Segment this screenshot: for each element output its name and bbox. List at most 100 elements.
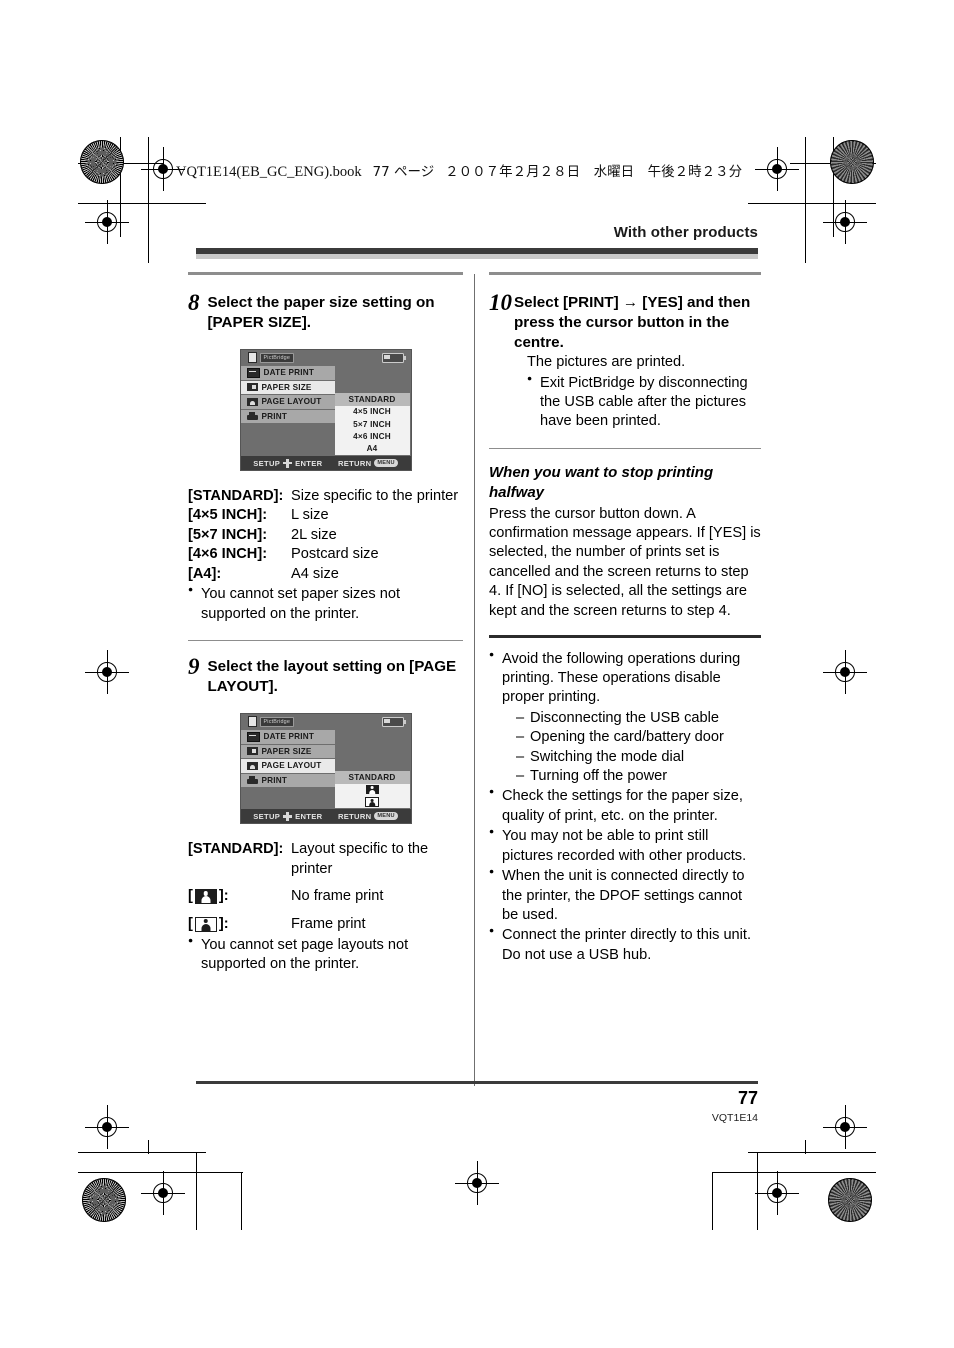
paper-size-note-list: You cannot set paper sizes not supported… [188, 584, 463, 624]
caution-item: You may not be able to print still pictu… [489, 826, 761, 866]
print-icon [246, 412, 258, 421]
menu-button-chip: MENU [374, 812, 398, 821]
lcd-option-list-page-layout: STANDARD [334, 771, 410, 809]
battery-icon [381, 716, 406, 727]
battery-icon [381, 352, 406, 363]
no-frame-print-icon [365, 785, 379, 795]
definition-term: [4×5 INCH]: [188, 507, 268, 524]
lcd-menu-list: DATE PRINT PAPER SIZE PAGE LAYOUT PRINT [240, 729, 335, 809]
caution-item: Check the settings for the paper size, q… [489, 786, 761, 826]
lcd-option: 4×5 INCH [353, 407, 391, 417]
step-8-number: 8 [188, 290, 200, 315]
step-10: 10 Select [PRINT] → [YES] and then press… [489, 290, 761, 432]
definition-desc: No frame print [291, 888, 384, 905]
lcd-option-frame [335, 796, 410, 808]
pictbridge-label: PictBridge [259, 716, 295, 727]
cursor-button-icon [283, 458, 293, 468]
registration-target [823, 1105, 867, 1149]
definition-desc: Layout specific to the printer [291, 841, 429, 877]
definition-row-frame: []: Frame print [188, 915, 463, 934]
manual-page: VQT1E14(EB_GC_ENG).book 77 ページ ２００７年２月２８… [0, 0, 954, 1348]
running-head: With other products [613, 224, 758, 241]
lcd-option: A4 [366, 444, 378, 454]
no-frame-print-icon [194, 889, 217, 905]
paper-size-icon [246, 747, 258, 756]
lcd-menu-item-page-layout: PAGE LAYOUT [240, 759, 335, 773]
lcd-hint-enter: ENTER [295, 458, 323, 468]
footer-rule [196, 1081, 758, 1084]
caution-item: When the unit is connected directly to t… [489, 866, 761, 925]
page-number: 77 [737, 1088, 758, 1108]
book-file-name: VQT1E14(EB_GC_ENG).book [176, 164, 362, 180]
book-file-header: VQT1E14(EB_GC_ENG).book 77 ページ ２００７年２月２８… [176, 160, 742, 181]
note-item: You cannot set paper sizes not supported… [188, 584, 463, 624]
lcd-menu-list: DATE PRINT PAPER SIZE PAGE LAYOUT PRINT [240, 365, 335, 456]
lcd-hint-return: RETURN [337, 811, 372, 821]
lcd-hint-bar: SETUP ENTER RETURN MENU [240, 809, 411, 824]
lcd-menu-label: PAGE LAYOUT [261, 761, 322, 771]
definition-row: [5×7 INCH]: 2L size [188, 526, 463, 545]
frame-print-icon [365, 797, 379, 808]
definition-row: [4×6 INCH]: Postcard size [188, 545, 463, 564]
note-item: Exit PictBridge by disconnecting the USB… [527, 373, 761, 432]
column-divider [474, 274, 476, 1086]
book-date-label: ２００７年２月２８日 水曜日 午後２時２３分 [445, 164, 743, 180]
lcd-menu-item-print: PRINT [240, 409, 335, 424]
lcd-menu-item-date-print: DATE PRINT [240, 730, 335, 744]
lcd-option-list-paper-size: STANDARD 4×5 INCH 5×7 INCH 4×6 INCH A4 [334, 393, 410, 456]
registration-target [823, 200, 867, 244]
lcd-screenshot-page-layout: PictBridge DATE PRINT PAPER SIZE PAGE LA… [239, 713, 412, 825]
lcd-option-no-frame [335, 784, 410, 796]
lcd-hint-setup: SETUP [253, 458, 281, 468]
lcd-menu-label: DATE PRINT [263, 732, 315, 742]
definition-desc: Frame print [291, 915, 366, 932]
caution-sublist: Disconnecting the USB cable Opening the … [502, 709, 761, 787]
definition-term: []: [188, 915, 229, 932]
lcd-hint-enter: ENTER [295, 811, 323, 821]
lcd-hint-bar: SETUP ENTER RETURN MENU [240, 456, 411, 471]
definition-term: [5×7 INCH]: [188, 526, 268, 543]
definition-term: [STANDARD]: [188, 841, 284, 858]
header-rule-light [196, 254, 758, 259]
lcd-menu-label: PAPER SIZE [261, 746, 312, 756]
definition-desc: L size [291, 507, 329, 524]
lcd-menu-item-paper-size: PAPER SIZE [240, 380, 335, 395]
caution-subitem: Disconnecting the USB cable [516, 709, 761, 729]
step-8-title: Select the paper size setting on [PAPER … [207, 294, 435, 332]
page-icon [247, 352, 257, 364]
document-code: VQT1E14 [711, 1112, 758, 1124]
paper-size-icon [246, 383, 258, 392]
step-10-body: The pictures are printed. [527, 354, 686, 371]
definition-row-no-frame: []: No frame print [188, 887, 463, 906]
stop-printing-paragraph: Press the cursor button down. A confirma… [489, 505, 761, 619]
lcd-menu-label: PAGE LAYOUT [261, 397, 322, 407]
date-print-icon [246, 367, 260, 378]
paper-size-definitions: [STANDARD]: Size specific to the printer … [188, 487, 463, 584]
registration-target-bottom-center [455, 1161, 499, 1205]
definition-term: [STANDARD]: [188, 488, 284, 505]
caution-subitem: Switching the mode dial [516, 748, 761, 768]
menu-button-chip: MENU [374, 459, 398, 468]
caution-subitem: Opening the card/battery door [516, 728, 761, 748]
section-rule [188, 639, 463, 642]
lcd-menu-item-date-print: DATE PRINT [240, 366, 335, 380]
definition-desc: Postcard size [291, 546, 379, 563]
caution-item: Connect the printer directly to this uni… [489, 925, 761, 965]
page-layout-note-list: You cannot set page layouts not supporte… [188, 935, 463, 975]
lcd-menu-label: PAPER SIZE [261, 382, 312, 392]
registration-target [85, 200, 129, 244]
definition-desc: 2L size [291, 526, 337, 543]
caution-item: Avoid the following operations during pr… [489, 649, 761, 787]
registration-target [823, 650, 867, 694]
section-rule [489, 447, 761, 449]
lcd-menu-label: DATE PRINT [263, 368, 315, 378]
pictbridge-badge: PictBridge [247, 352, 295, 364]
lcd-menu-item-paper-size: PAPER SIZE [240, 744, 335, 759]
definition-term: []: [188, 888, 229, 905]
step-9-number: 9 [188, 654, 200, 680]
lcd-screenshot-paper-size: PictBridge DATE PRINT PAPER SIZE PAGE LA… [239, 349, 412, 472]
lcd-option: STANDARD [334, 393, 410, 406]
caution-subitem: Turning off the power [516, 767, 761, 787]
page-icon [247, 716, 257, 728]
section-rule [489, 635, 761, 638]
